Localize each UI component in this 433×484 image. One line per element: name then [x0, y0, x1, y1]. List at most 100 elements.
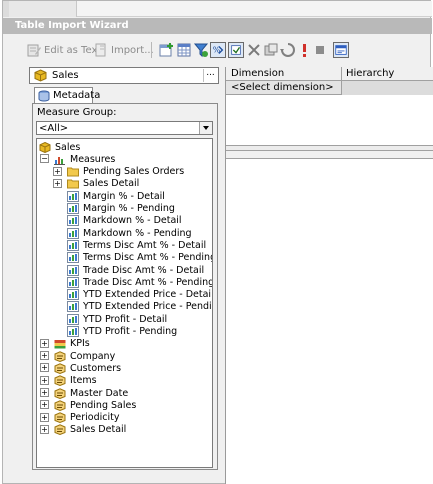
expand-icon[interactable]: + — [40, 351, 49, 361]
dimension-column-header: Dimension — [226, 67, 342, 81]
edit-as-text-button[interactable]: Edit as Text — [27, 41, 101, 59]
filter-pane: Dimension Hierarchy <Select dimension> — [225, 67, 433, 484]
expand-icon[interactable]: + — [53, 178, 62, 188]
filter-icon[interactable] — [193, 42, 209, 58]
expand-icon[interactable]: + — [40, 388, 49, 397]
cube-icon — [39, 141, 51, 153]
calculated-measure-icon — [67, 190, 79, 202]
browse-cube-button[interactable]: ... — [203, 69, 217, 82]
tree-item-kpis[interactable]: + KPIs — [40, 338, 90, 350]
auto-execute-icon[interactable] — [228, 42, 244, 58]
tree-item-measure[interactable]: Markdown % - Detail — [67, 215, 182, 227]
tree-item-label: Markdown % - Detail — [83, 215, 182, 227]
tree-item-label: Sales Detail — [70, 424, 127, 436]
folder-icon — [67, 179, 79, 189]
expand-icon[interactable]: + — [40, 375, 49, 385]
tree-item-measure[interactable]: Terms Disc Amt % - Detail — [67, 239, 206, 251]
expand-icon[interactable]: + — [53, 166, 62, 176]
calculated-measure-icon — [67, 326, 79, 337]
document-tab[interactable] — [9, 1, 77, 17]
dimension-icon — [54, 400, 66, 411]
tree-item-measure[interactable]: Trade Disc Amt % - Pending — [67, 276, 212, 288]
expand-icon[interactable]: + — [40, 424, 49, 434]
tree-item-label: Periodicity — [70, 412, 120, 424]
measure-group-value: <All> — [39, 123, 69, 134]
cube-icon — [34, 69, 47, 82]
measure-group-dropdown[interactable]: <All> — [36, 121, 213, 135]
tree-item-label: Company — [70, 350, 116, 362]
tree-item-label: Margin % - Detail — [83, 190, 165, 202]
tree-item-dimension[interactable]: + Master Date — [40, 387, 129, 399]
tree-item-dimension[interactable]: + Items — [40, 375, 97, 387]
import-icon — [95, 43, 106, 57]
tree-item-label: YTD Profit - Detail — [83, 313, 168, 325]
tree-item-label: Items — [70, 375, 97, 387]
tree-item-label: Pending Sales — [70, 399, 137, 411]
dimension-icon — [54, 412, 66, 424]
tree-item-label: Terms Disc Amt % - Detail — [83, 239, 207, 251]
tree-item-measure-folder[interactable]: + Sales Detail — [53, 178, 140, 190]
tree-item-label: Customers — [70, 362, 122, 374]
filter-grid-row: <Select dimension> — [226, 81, 433, 95]
dimension-icon — [54, 375, 66, 387]
tree-item-label: YTD Profit - Pending — [83, 326, 178, 337]
tree-item-measure[interactable]: Margin % - Detail — [67, 190, 165, 202]
add-icon[interactable] — [159, 42, 175, 58]
delete-icon[interactable] — [246, 42, 262, 58]
cube-selector[interactable]: Sales ... — [29, 67, 219, 84]
tree-item-dimension[interactable]: + Customers — [40, 362, 122, 374]
calculated-measure-icon — [67, 227, 79, 239]
design-mode-icon[interactable] — [333, 42, 349, 58]
tree-item-dimension[interactable]: + Periodicity — [40, 412, 120, 424]
metadata-tree: Sales − Measures + Pending Sales Orders + Sale… — [36, 138, 213, 468]
expand-icon[interactable]: + — [40, 400, 49, 410]
tree-item-label: Master Date — [70, 387, 129, 399]
measure-group-label: Measure Group: — [37, 107, 117, 118]
calculated-measure-icon — [67, 264, 79, 276]
import-label: Import... — [111, 44, 154, 56]
tree-item-dimension[interactable]: + Company — [40, 350, 116, 362]
folder-icon — [67, 167, 79, 177]
tree-item-dimension[interactable]: + Sales Detail — [40, 424, 127, 436]
table-icon[interactable] — [176, 42, 192, 58]
tree-item-label: YTD Extended Price - Pending — [83, 301, 213, 313]
filter-grid-header: Dimension Hierarchy — [226, 67, 433, 81]
tree-item-measure[interactable]: YTD Profit - Detail — [67, 313, 167, 325]
tree-item-measure[interactable]: YTD Extended Price - Detail — [67, 289, 212, 301]
tree-item-measure[interactable]: Markdown % - Pending — [67, 227, 192, 239]
tree-item-measure[interactable]: Terms Disc Amt % - Pending — [67, 252, 212, 264]
tree-item-label: Sales Detail — [83, 178, 140, 190]
expand-icon[interactable]: + — [40, 412, 49, 422]
tree-item-measure-folder[interactable]: + Pending Sales Orders — [53, 166, 184, 178]
import-button[interactable]: Import... — [94, 41, 154, 59]
expand-icon[interactable]: + — [40, 363, 49, 373]
tree-item-measure[interactable]: Trade Disc Amt % - Detail — [67, 264, 204, 276]
document-tab-strip — [3, 1, 432, 17]
calculated-measure-icon — [67, 239, 79, 251]
measures-icon — [54, 156, 65, 165]
show-empty-icon[interactable]: % — [210, 42, 226, 58]
select-dimension-cell[interactable]: <Select dimension> — [226, 81, 342, 95]
cube-name: Sales — [52, 70, 79, 81]
edit-as-text-label: Edit as Text — [44, 44, 102, 56]
results-grid-header — [226, 151, 433, 159]
metadata-panel: Measure Group: <All> Sales − Measures + Pend… — [32, 103, 218, 470]
clear-icon[interactable] — [263, 42, 279, 58]
tree-item-measure[interactable]: YTD Profit - Pending — [67, 326, 177, 338]
collapse-icon[interactable]: − — [40, 154, 49, 164]
tree-item-measures[interactable]: − Measures — [40, 153, 115, 165]
expand-icon[interactable]: + — [40, 338, 49, 348]
calculated-measure-icon — [67, 301, 79, 313]
tab-metadata[interactable]: Metadata — [34, 87, 100, 104]
chevron-down-icon[interactable] — [199, 122, 212, 134]
tree-item-dimension[interactable]: + Pending Sales — [40, 399, 137, 411]
calculated-measure-icon — [67, 215, 79, 227]
tree-item-measure[interactable]: YTD Extended Price - Pending — [67, 301, 213, 313]
tree-item-label: Margin % - Pending — [83, 203, 175, 214]
tree-item-cube[interactable]: Sales — [39, 141, 80, 153]
cancel-icon[interactable] — [312, 42, 328, 58]
tree-item-measure[interactable]: Margin % - Pending — [67, 203, 175, 215]
refresh-icon[interactable] — [280, 42, 296, 58]
calculated-measure-icon — [67, 289, 79, 301]
execute-icon[interactable] — [296, 42, 312, 58]
